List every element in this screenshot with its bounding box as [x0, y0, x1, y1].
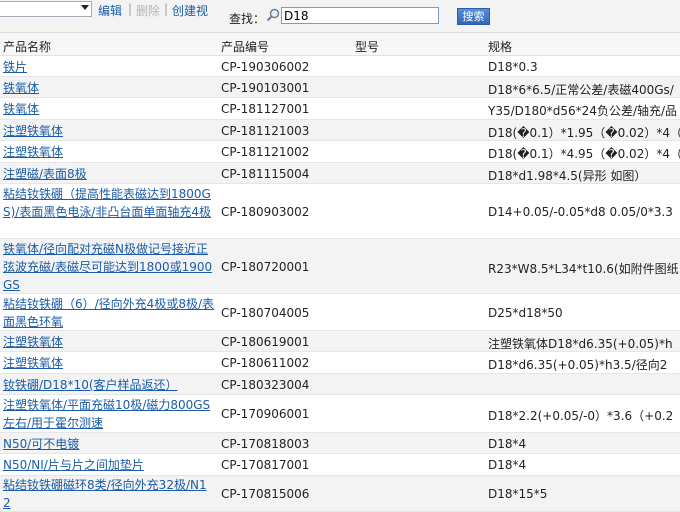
table-row[interactable]: 粘结钕铁硼（6）/径向外充4极或8极/表面黑色环氧 CP-180704005 D25… — [0, 294, 680, 331]
product-spec: D25*d18*50 — [488, 306, 563, 320]
delete-link[interactable]: 删除 — [136, 2, 160, 19]
product-spec: Y35/D180*d56*24负公差/轴充/品 — [488, 104, 678, 118]
product-spec: D18*15*5 — [488, 487, 548, 501]
product-code: CP-180619001 — [221, 335, 310, 349]
product-name-link[interactable]: 注塑磁/表面8极 — [3, 165, 214, 183]
table-row[interactable]: 注塑铁氧体 CP-181121003 D18(�0.1）*1.95（�0.02）*4… — [0, 120, 680, 141]
product-name-link[interactable]: 粘结钕铁硼（6）/径向外充4极或8极/表面黑色环氧 — [3, 295, 214, 331]
product-table: 产品名称 产品编号 型号 规格 铁片 CP-190306002 D18*0.3 铁氧体… — [0, 33, 680, 512]
table-row[interactable]: 粘结钕铁硼（提高性能表磁达到1800GS)/表面黑色电泳/非凸台面单面轴充4极 C… — [0, 184, 680, 239]
product-name-link[interactable]: 铁氧体/径向配对充磁N极做记号接近正弦波充磁/表磁尽可能达到1800或1900G… — [3, 240, 214, 294]
table-header: 产品名称 产品编号 型号 规格 — [0, 33, 680, 56]
product-name-link[interactable]: 注塑铁氧体/平面充磁10极/磁力800GS左右/用于霍尔测速 — [3, 396, 214, 432]
product-code: CP-180323004 — [221, 378, 310, 392]
product-code: CP-180704005 — [221, 306, 310, 320]
search-input[interactable] — [281, 7, 439, 24]
product-code: CP-181127001 — [221, 102, 310, 116]
product-code: CP-180611002 — [221, 356, 310, 370]
product-name-link[interactable]: 铁片 — [3, 58, 214, 76]
search-icon — [266, 8, 280, 22]
product-code: CP-170906001 — [221, 407, 310, 421]
product-spec: D18*4 — [488, 437, 527, 451]
product-code: CP-181121002 — [221, 145, 310, 159]
product-name-link[interactable]: N50/可不电镀 — [3, 435, 214, 453]
product-name-link[interactable]: 粘结钕铁硼磁环8类/径向外充32极/N12 — [3, 476, 214, 512]
view-select[interactable] — [0, 1, 92, 17]
product-code: CP-180720001 — [221, 260, 310, 274]
product-name-link[interactable]: 注塑铁氧体 — [3, 122, 214, 140]
table-row[interactable]: 粘结钕铁硼磁环8类/径向外充32极/N12 CP-170815006 D18*15*… — [0, 476, 680, 512]
table-row[interactable]: 铁氧体/径向配对充磁N极做记号接近正弦波充磁/表磁尽可能达到1800或1900G… — [0, 239, 680, 294]
search-button[interactable]: 搜索 — [457, 8, 490, 25]
product-spec: D18*d1.98*4.5(异形 如图） — [488, 169, 647, 183]
separator: | — [164, 2, 169, 16]
table-row[interactable]: 注塑磁/表面8极 CP-181115004 D18*d1.98*4.5(异形 如图） — [0, 163, 680, 184]
table-row[interactable]: 注塑铁氧体 CP-180611002 D18*d6.35(+0.05)*h3.5/径… — [0, 352, 680, 374]
product-spec: D18(�0.1）*4.95（�0.02）*4（ — [488, 147, 680, 161]
product-code: CP-181121003 — [221, 124, 310, 138]
table-row[interactable]: 铁片 CP-190306002 D18*0.3 — [0, 56, 680, 77]
product-code: CP-170815006 — [221, 487, 310, 501]
product-spec: D18(�0.1）*1.95（�0.02）*4（ — [488, 126, 680, 140]
column-header-model[interactable]: 型号 — [355, 38, 379, 55]
product-code: CP-170818003 — [221, 437, 310, 451]
product-spec: D18*0.3 — [488, 60, 538, 74]
product-name-link[interactable]: 注塑铁氧体 — [3, 143, 214, 161]
table-row[interactable]: N50/可不电镀 CP-170818003 D18*4 — [0, 433, 680, 454]
table-row[interactable]: 铁氧体 CP-190103001 D18*6*6.5/正常公差/表磁400Gs/ — [0, 77, 680, 98]
product-spec: D18*4 — [488, 458, 527, 472]
product-spec: D18*2.2(+0.05/-0）*3.6（+0.2 — [488, 409, 674, 423]
product-code: CP-180903002 — [221, 205, 310, 219]
product-spec: D18*6*6.5/正常公差/表磁400Gs/ — [488, 83, 674, 97]
table-row[interactable]: 铁氧体 CP-181127001 Y35/D180*d56*24负公差/轴充/品 — [0, 98, 680, 120]
table-row[interactable]: N50/NI/片与片之间加垫片 CP-170817001 D18*4 — [0, 454, 680, 476]
product-name-link[interactable]: 粘结钕铁硼（提高性能表磁达到1800GS)/表面黑色电泳/非凸台面单面轴充4极 — [3, 185, 214, 221]
column-header-spec[interactable]: 规格 — [488, 38, 512, 55]
column-header-code[interactable]: 产品编号 — [221, 38, 269, 55]
create-view-link[interactable]: 创建视 — [172, 2, 208, 19]
chevron-down-icon[interactable] — [81, 5, 89, 10]
table-row[interactable]: 注塑铁氧体 CP-181121002 D18(�0.1）*4.95（�0.02）*4… — [0, 141, 680, 163]
separator: | — [128, 2, 133, 16]
product-name-link[interactable]: 注塑铁氧体 — [3, 333, 214, 351]
table-row[interactable]: 注塑铁氧体/平面充磁10极/磁力800GS左右/用于霍尔测速 CP-1709060… — [0, 395, 680, 433]
product-spec: D14+0.05/-0.05*d8 0.05/0*3.3 — [488, 205, 673, 219]
product-code: CP-170817001 — [221, 458, 310, 472]
product-code: CP-181115004 — [221, 167, 310, 181]
toolbar: 编辑 | 删除 | 创建视 查找： 搜索 — [0, 0, 680, 33]
product-name-link[interactable]: 钕铁硼/D18*10(客户样品返还） — [3, 376, 214, 394]
table-body: 铁片 CP-190306002 D18*0.3 铁氧体 CP-190103001 D18*… — [0, 56, 680, 512]
table-row[interactable]: 钕铁硼/D18*10(客户样品返还） CP-180323004 — [0, 374, 680, 395]
product-name-link[interactable]: N50/NI/片与片之间加垫片 — [3, 456, 214, 474]
product-spec: R23*W8.5*L34*t10.6(如附件图纸 — [488, 262, 679, 276]
edit-link[interactable]: 编辑 — [98, 2, 122, 19]
column-header-name[interactable]: 产品名称 — [3, 38, 51, 55]
product-name-link[interactable]: 铁氧体 — [3, 100, 214, 118]
table-row[interactable]: 注塑铁氧体 CP-180619001 注塑铁氧体D18*d6.35(+0.05)*h — [0, 331, 680, 352]
product-code: CP-190306002 — [221, 60, 310, 74]
product-name-link[interactable]: 铁氧体 — [3, 79, 214, 97]
product-spec: D18*d6.35(+0.05)*h3.5/径向2 — [488, 358, 668, 372]
product-name-link[interactable]: 注塑铁氧体 — [3, 354, 214, 372]
product-code: CP-190103001 — [221, 81, 310, 95]
search-label: 查找： — [229, 12, 266, 26]
product-spec: 注塑铁氧体D18*d6.35(+0.05)*h — [488, 337, 673, 351]
